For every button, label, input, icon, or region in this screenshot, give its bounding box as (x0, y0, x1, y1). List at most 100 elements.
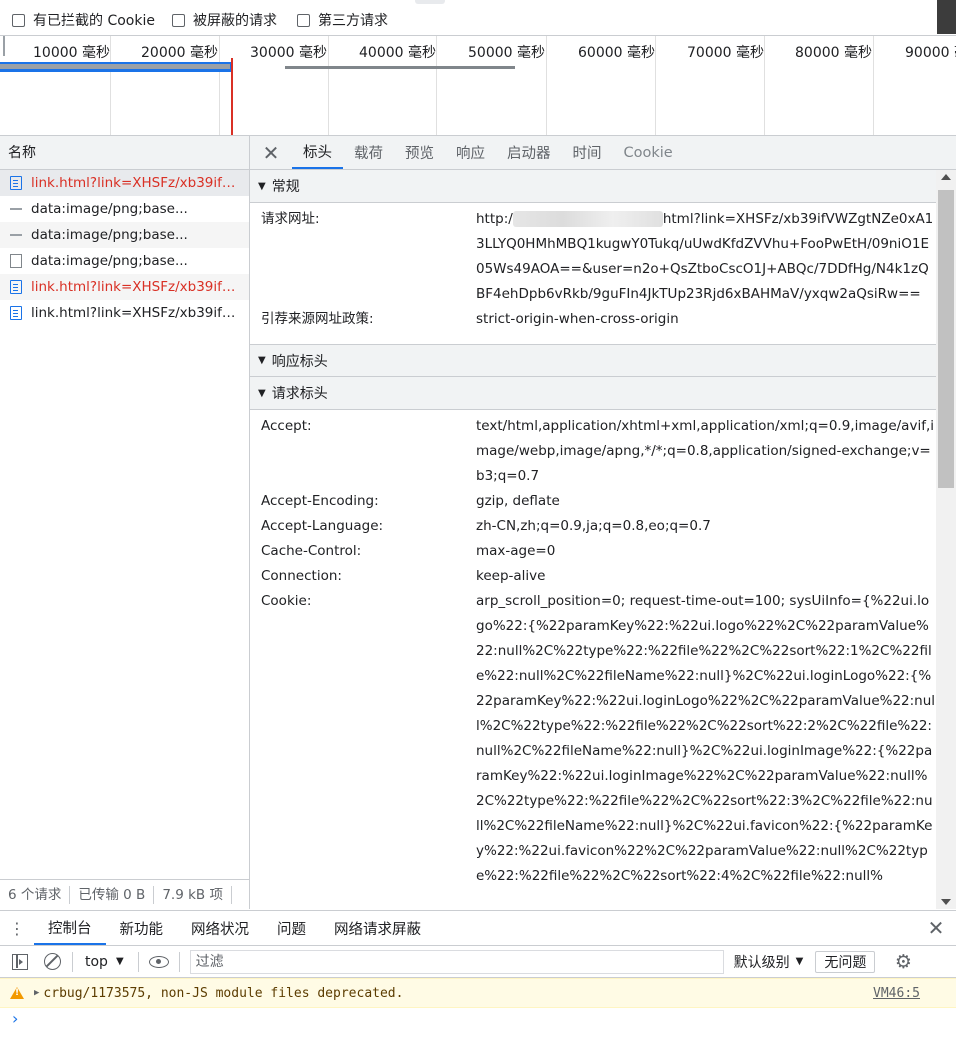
toolbar-divider (178, 951, 180, 972)
section-request-headers[interactable]: ▼ 请求标头 (250, 377, 936, 410)
scroll-down-icon[interactable] (941, 899, 951, 905)
console-prompt-icon[interactable]: › (12, 1009, 18, 1028)
timeline-gridline (655, 36, 656, 135)
checkbox-icon[interactable] (12, 13, 25, 27)
request-row[interactable]: data:image/png;base... (0, 248, 249, 274)
header-value[interactable]: zh-CN,zh;q=0.9,ja;q=0.8,eo;q=0.7 (476, 514, 936, 539)
block-icon (43, 953, 61, 970)
filter-input[interactable] (189, 949, 724, 974)
tab-timing[interactable]: 时间 (562, 136, 613, 169)
expand-triangle-icon[interactable]: ▶ (34, 988, 39, 998)
timeline-gridline (764, 36, 765, 135)
tab-response[interactable]: 响应 (445, 136, 496, 169)
tab-initiator[interactable]: 启动器 (496, 136, 562, 169)
image-icon (10, 208, 22, 210)
header-value[interactable]: strict-origin-when-cross-origin (476, 307, 936, 332)
close-icon[interactable]: ✕ (250, 136, 292, 169)
filter-third-party[interactable]: 第三方请求 (297, 10, 388, 30)
tab-network-conditions[interactable]: 网络状况 (177, 911, 263, 945)
filter-blocked-requests[interactable]: 被屏蔽的请求 (172, 10, 277, 30)
section-response-headers[interactable]: ▼ 响应标头 (250, 344, 936, 377)
header-value[interactable]: gzip, deflate (476, 489, 936, 514)
scroll-up-icon[interactable] (941, 174, 951, 180)
tab-console[interactable]: 控制台 (34, 911, 106, 945)
header-key: Cache-Control: (261, 543, 362, 559)
warning-icon (10, 987, 24, 999)
header-key: Connection: (261, 568, 342, 584)
timeline-tick-label: 70000 毫秒 (687, 45, 764, 61)
more-vert-icon[interactable]: ⋮ (0, 911, 34, 945)
header-value[interactable]: text/html,application/xhtml+xml,applicat… (476, 414, 936, 489)
drawer-tabs: ⋮ 控制台 新功能 网络状况 问题 网络请求屏蔽 ✕ (0, 910, 956, 946)
request-list: link.html?link=XHSFz/xb39ifV... data:ima… (0, 170, 249, 326)
issues-button[interactable]: 无问题 (815, 950, 876, 973)
tab-cookies[interactable]: Cookie (613, 136, 684, 169)
timeline-tick-label: 40000 毫秒 (359, 45, 436, 61)
request-row[interactable]: link.html?link=XHSFz/xb39ifV... (0, 170, 249, 196)
column-header-name[interactable]: 名称 (0, 136, 249, 170)
checkbox-icon[interactable] (172, 13, 185, 27)
request-row[interactable]: data:image/png;base... (0, 222, 249, 248)
header-row: Cache-Control: max-age=0 (250, 539, 936, 564)
vertical-scrollbar[interactable] (936, 170, 956, 909)
close-icon[interactable]: ✕ (916, 911, 956, 945)
timeline-tick-label: 30000 毫秒 (250, 45, 327, 61)
request-row[interactable]: link.html?link=XHSFz/xb39ifV... (0, 300, 249, 326)
clear-console-button[interactable] (36, 946, 68, 978)
checkbox-icon[interactable] (297, 13, 310, 27)
tab-headers[interactable]: 标头 (292, 136, 343, 169)
toolbar-divider (137, 951, 139, 972)
live-expression-button[interactable] (143, 946, 175, 978)
header-row-referrer-policy: 引荐来源网址政策: strict-origin-when-cross-origi… (250, 307, 936, 344)
request-name: data:image/png;base... (31, 253, 188, 269)
tab-request-blocking[interactable]: 网络请求屏蔽 (320, 911, 435, 945)
request-row[interactable]: link.html?link=XHSFz/xb39ifV... (0, 274, 249, 300)
eye-icon (148, 955, 169, 968)
timeline-tick-label: 80000 毫秒 (795, 45, 872, 61)
request-summary: 6 个请求 已传输 0 B 7.9 kB 项 (0, 879, 249, 909)
timeline-tick-label: 20000 毫秒 (141, 45, 218, 61)
timeline-tick-label: 10000 毫秒 (33, 45, 110, 61)
console-toolbar: top ▼ 默认级别 ▼ 无问题 ⚙ (0, 946, 956, 978)
filter-blocked-cookies[interactable]: 有已拦截的 Cookie (12, 10, 155, 30)
tab-preview[interactable]: 预览 (394, 136, 445, 169)
context-selector[interactable]: top ▼ (77, 954, 134, 970)
tab-issues[interactable]: 问题 (263, 911, 320, 945)
timeline-gridline (436, 36, 437, 135)
header-value[interactable]: max-age=0 (476, 539, 936, 564)
request-row[interactable]: data:image/png;base... (0, 196, 249, 222)
log-level-dropdown[interactable]: 默认级别 ▼ (734, 952, 804, 972)
header-key: Cookie: (261, 593, 312, 609)
sidebar-icon (12, 953, 28, 970)
header-row: Accept-Language: zh-CN,zh;q=0.9,ja;q=0.8… (250, 514, 936, 539)
header-row: Cookie: arp_scroll_position=0; request-t… (250, 589, 936, 889)
header-row: Accept-Encoding: gzip, deflate (250, 489, 936, 514)
gear-icon[interactable]: ⚙ (887, 951, 919, 973)
show-sidebar-button[interactable] (4, 946, 36, 978)
timeline-tick-label: 50000 毫秒 (468, 45, 545, 61)
header-row-request-url: 请求网址: http:/html?link=XHSFz/xb39ifVWZgtN… (250, 203, 936, 307)
header-key: Accept-Encoding: (261, 493, 379, 509)
scrollbar-thumb[interactable] (938, 190, 954, 488)
warning-message: crbug/1173575, non-JS module files depre… (43, 985, 404, 1001)
tab-payload[interactable]: 载荷 (343, 136, 394, 169)
message-source-link[interactable]: VM46:5 (873, 986, 920, 1001)
tab-whats-new[interactable]: 新功能 (106, 911, 178, 945)
timeline-gridline (873, 36, 874, 135)
header-row: Connection: keep-alive (250, 564, 936, 589)
timeline-overview[interactable]: 10000 毫秒 20000 毫秒 30000 毫秒 40000 毫秒 5000… (0, 36, 956, 136)
header-value[interactable]: keep-alive (476, 564, 936, 589)
toolbar-stub (415, 0, 445, 4)
timeline-load-marker (231, 58, 233, 135)
triangle-down-icon: ▼ (258, 355, 266, 366)
document-icon (10, 176, 22, 190)
caret-down-icon: ▼ (795, 956, 804, 967)
header-value[interactable]: arp_scroll_position=0; request-time-out=… (476, 589, 936, 889)
file-icon (10, 254, 22, 268)
section-general[interactable]: ▼ 常规 (250, 170, 936, 203)
header-key: Accept: (261, 418, 312, 434)
filter-bar: 有已拦截的 Cookie 被屏蔽的请求 第三方请求 (0, 0, 956, 36)
header-value[interactable]: http:/html?link=XHSFz/xb39ifVWZgtNZe0xA1… (476, 207, 936, 307)
request-detail-panel: ✕ 标头 载荷 预览 响应 启动器 时间 Cookie ▼ 常规 请求网址: h… (250, 136, 956, 909)
toolbar-divider (72, 951, 73, 972)
